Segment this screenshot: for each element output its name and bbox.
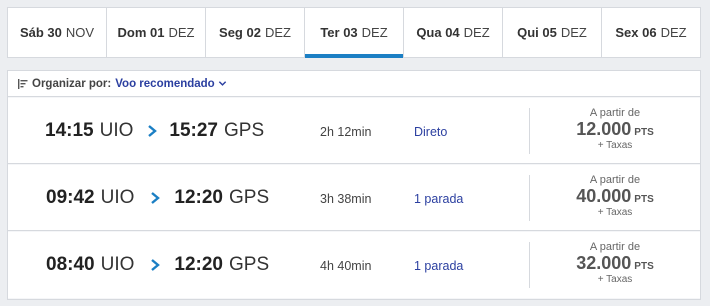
arrival-airport: GPS xyxy=(229,187,270,208)
date-tab-month: DEZ xyxy=(264,25,291,40)
price-unit: PTS xyxy=(634,127,654,138)
date-tab-3-selected[interactable]: Ter 03 DEZ xyxy=(305,8,404,58)
price-amount: 32.000 xyxy=(576,253,632,273)
date-tab-day: Sex 06 xyxy=(615,25,657,40)
date-tab-month: DEZ xyxy=(463,25,490,40)
date-tab-6[interactable]: Sex 06 DEZ xyxy=(602,8,700,57)
price-unit: PTS xyxy=(634,194,654,205)
flight-results: Organizar por: Voo recomendado 14:15 UIO… xyxy=(7,70,701,300)
price-from-label: A partir de xyxy=(589,107,641,119)
date-tab-month: DEZ xyxy=(560,25,587,40)
flight-stops[interactable]: 1 parada xyxy=(414,259,463,273)
date-tab-month: DEZ xyxy=(660,25,687,40)
chevron-right-icon xyxy=(148,125,158,137)
flight-row[interactable]: 08:40 UIO 12:20 GPS 4h 40min 1 parada A … xyxy=(8,232,700,298)
date-selector: Sáb 30 NOV Dom 01 DEZ Seg 02 DEZ Ter 03 … xyxy=(7,7,701,58)
date-tab-1[interactable]: Dom 01 DEZ xyxy=(107,8,206,57)
departure-time: 09:42 xyxy=(46,187,95,208)
flight-duration: 3h 38min xyxy=(320,192,372,206)
price-amount: 12.000 xyxy=(576,119,632,139)
date-tab-month: DEZ xyxy=(168,25,195,40)
arrival-airport: GPS xyxy=(224,120,265,141)
sort-bar: Organizar por: Voo recomendado xyxy=(8,71,700,97)
departure-time: 08:40 xyxy=(46,254,95,275)
date-tab-4[interactable]: Qua 04 DEZ xyxy=(404,8,503,57)
chevron-right-icon xyxy=(151,259,161,271)
price-block: A partir de 32.000 PTS + Taxas xyxy=(530,241,700,285)
date-tab-day: Qua 04 xyxy=(416,25,460,40)
price-from-label: A partir de xyxy=(589,241,641,253)
date-tab-day: Sáb 30 xyxy=(19,25,62,40)
sort-dropdown[interactable]: Voo recomendado xyxy=(115,78,226,90)
arrival-time: 12:20 xyxy=(174,254,223,275)
departure-airport: UIO xyxy=(100,187,135,208)
date-tab-day: Seg 02 xyxy=(219,25,261,40)
sort-value-text: Voo recomendado xyxy=(115,77,215,90)
chevron-right-icon xyxy=(151,192,161,204)
arrival-airport: GPS xyxy=(229,254,270,275)
flight-times: 09:42 UIO 12:20 GPS xyxy=(46,187,269,209)
flight-duration: 4h 40min xyxy=(320,259,372,273)
sort-label: Organizar por: xyxy=(32,77,112,90)
date-tab-day: Qui 05 xyxy=(517,25,557,40)
departure-time: 14:15 xyxy=(45,120,94,141)
date-tab-5[interactable]: Qui 05 DEZ xyxy=(503,8,602,57)
price-fees: + Taxas xyxy=(597,207,633,218)
flight-row[interactable]: 14:15 UIO 15:27 GPS 2h 12min Direto A pa… xyxy=(8,98,700,164)
price-fees: + Taxas xyxy=(597,140,633,151)
flight-stops[interactable]: Direto xyxy=(414,125,447,139)
price-unit: PTS xyxy=(634,261,654,272)
price-from-label: A partir de xyxy=(589,174,641,186)
arrival-time: 12:20 xyxy=(174,187,223,208)
date-tab-0[interactable]: Sáb 30 NOV xyxy=(8,8,107,57)
price-fees: + Taxas xyxy=(597,274,633,285)
price-block: A partir de 40.000 PTS + Taxas xyxy=(530,174,700,218)
date-tab-month: NOV xyxy=(65,25,95,40)
flight-times: 08:40 UIO 12:20 GPS xyxy=(46,254,269,276)
arrival-time: 15:27 xyxy=(169,120,218,141)
flight-row[interactable]: 09:42 UIO 12:20 GPS 3h 38min 1 parada A … xyxy=(8,165,700,231)
date-tab-month: DEZ xyxy=(361,25,388,40)
flight-times: 14:15 UIO 15:27 GPS xyxy=(45,120,264,142)
date-tab-2[interactable]: Seg 02 DEZ xyxy=(206,8,305,57)
date-tab-day: Ter 03 xyxy=(320,25,358,40)
price-amount: 40.000 xyxy=(576,186,632,206)
sort-filter-icon xyxy=(18,78,28,89)
flight-duration: 2h 12min xyxy=(320,125,372,139)
price-block: A partir de 12.000 PTS + Taxas xyxy=(530,107,700,151)
departure-airport: UIO xyxy=(100,254,135,275)
chevron-down-icon xyxy=(218,81,226,86)
flight-stops[interactable]: 1 parada xyxy=(414,192,463,206)
date-tab-day: Dom 01 xyxy=(117,25,165,40)
departure-airport: UIO xyxy=(99,120,134,141)
